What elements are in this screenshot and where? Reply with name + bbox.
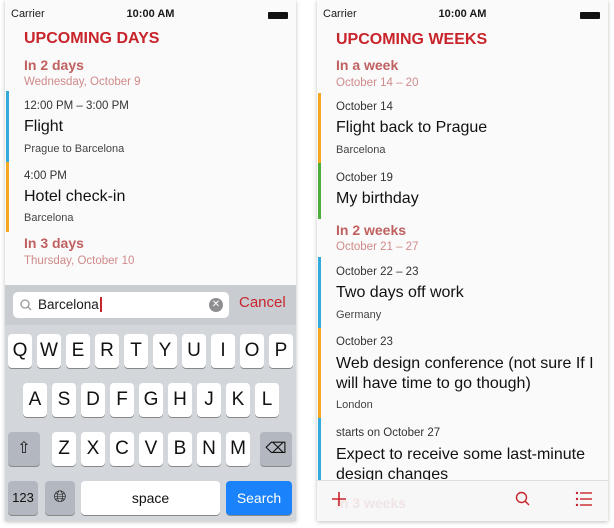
event-title: Flight back to Prague — [336, 119, 488, 136]
search-input[interactable]: Barcelona ✕ — [13, 292, 229, 318]
key-u[interactable]: U — [182, 334, 206, 368]
keyboard: ⇧ ⌫ 123 🌐︎ space Search QWERTYUIOP ASDFGH… — [5, 325, 296, 521]
group-date: Wednesday, October 9 — [24, 76, 141, 88]
key-m[interactable]: M — [226, 432, 250, 466]
search-key[interactable]: Search — [226, 481, 292, 515]
clear-icon[interactable]: ✕ — [209, 298, 223, 312]
phone-upcoming-weeks: Carrier 10:00 AM UPCOMING WEEKS In a wee… — [317, 0, 608, 521]
event-title: Hotel check-in — [24, 188, 126, 205]
backspace-key[interactable]: ⌫ — [260, 432, 292, 466]
event-time: October 19 — [336, 172, 393, 184]
search-icon[interactable] — [515, 491, 531, 507]
key-l[interactable]: L — [255, 383, 279, 417]
add-icon[interactable] — [331, 491, 347, 507]
key-a[interactable]: A — [23, 383, 47, 417]
key-x[interactable]: X — [81, 432, 105, 466]
key-t[interactable]: T — [124, 334, 148, 368]
key-b[interactable]: B — [168, 432, 192, 466]
key-k[interactable]: K — [226, 383, 250, 417]
event-title: Flight — [24, 118, 64, 135]
battery-icon — [268, 12, 288, 19]
event-color-bar — [318, 163, 321, 219]
key-o[interactable]: O — [240, 334, 264, 368]
key-e[interactable]: E — [66, 334, 90, 368]
group-label: In 2 days — [24, 57, 84, 73]
page-title: UPCOMING DAYS — [24, 30, 160, 47]
key-z[interactable]: Z — [52, 432, 76, 466]
key-f[interactable]: F — [110, 383, 134, 417]
battery-icon — [580, 12, 600, 19]
key-w[interactable]: W — [37, 334, 61, 368]
event-title: Two days off work — [336, 284, 464, 301]
key-h[interactable]: H — [168, 383, 192, 417]
globe-key[interactable]: 🌐︎ — [45, 481, 75, 515]
group-date: Thursday, October 10 — [24, 255, 135, 267]
search-icon — [20, 299, 32, 311]
phone-upcoming-days: Carrier 10:00 AM UPCOMING DAYS In 2 days… — [5, 0, 296, 521]
shift-key[interactable]: ⇧ — [8, 432, 40, 466]
key-c[interactable]: C — [110, 432, 134, 466]
event-time: starts on October 27 — [336, 427, 441, 439]
key-p[interactable]: P — [269, 334, 293, 368]
event-location: Barcelona — [336, 144, 386, 156]
group-label: In 2 weeks — [336, 222, 407, 238]
group-label: In a week — [336, 57, 399, 73]
event-location: Germany — [336, 309, 382, 321]
search-bar: Barcelona ✕ Cancel — [5, 285, 296, 325]
page-title: UPCOMING WEEKS — [336, 31, 488, 48]
group-label: In 3 days — [24, 235, 84, 251]
event-time: 4:00 PM — [24, 170, 67, 182]
event-time: October 23 — [336, 336, 393, 348]
event-color-bar — [318, 93, 321, 163]
event-location: London — [336, 399, 373, 411]
key-r[interactable]: R — [95, 334, 119, 368]
event-color-bar — [318, 418, 321, 488]
clock: 10:00 AM — [438, 8, 487, 20]
key-j[interactable]: J — [197, 383, 221, 417]
event-title: Web design conference (not sure If I — [336, 355, 594, 372]
list-icon[interactable] — [575, 490, 593, 508]
group-date: October 14 – 20 — [336, 77, 419, 89]
event-time: October 14 — [336, 101, 393, 113]
key-d[interactable]: D — [81, 383, 105, 417]
numbers-key[interactable]: 123 — [8, 481, 38, 515]
event-location: Barcelona — [24, 212, 74, 224]
clock: 10:00 AM — [126, 8, 175, 20]
event-color-bar — [318, 328, 321, 418]
space-key[interactable]: space — [81, 481, 220, 515]
event-color-bar — [6, 162, 9, 232]
search-value: Barcelona — [38, 297, 102, 312]
group-date: October 21 – 27 — [336, 241, 419, 253]
event-color-bar — [318, 257, 321, 328]
event-time: 12:00 PM – 3:00 PM — [24, 100, 129, 112]
key-y[interactable]: Y — [153, 334, 177, 368]
key-v[interactable]: V — [139, 432, 163, 466]
key-q[interactable]: Q — [8, 334, 32, 368]
key-g[interactable]: G — [139, 383, 163, 417]
event-title: Expect to receive some last-minute — [336, 446, 585, 463]
key-i[interactable]: I — [211, 334, 235, 368]
event-title: My birthday — [336, 190, 419, 207]
key-s[interactable]: S — [52, 383, 76, 417]
event-time: October 22 – 23 — [336, 266, 419, 278]
event-title-line2: will have time to go though) — [336, 375, 531, 392]
key-n[interactable]: N — [197, 432, 221, 466]
cancel-button[interactable]: Cancel — [239, 294, 286, 311]
event-color-bar — [6, 91, 9, 162]
event-location: Prague to Barcelona — [24, 143, 125, 155]
bottom-toolbar: In 3 weeks — [317, 480, 608, 521]
